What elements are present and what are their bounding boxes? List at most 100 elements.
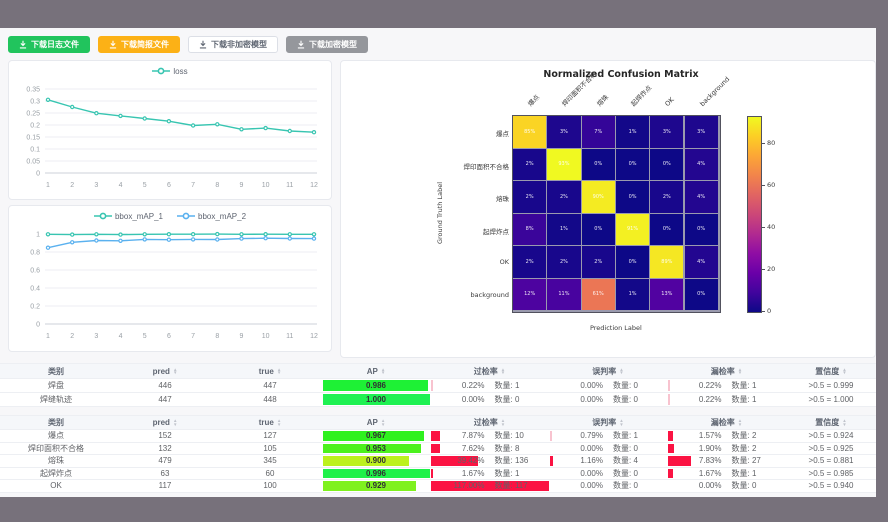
svg-text:7: 7	[191, 333, 195, 340]
download-encrypted-model-button[interactable]: 下载加密模型	[286, 36, 368, 53]
sort-icon[interactable]: ▲▼	[738, 368, 742, 375]
matrix-cell: 7%	[582, 116, 615, 148]
matrix-col-label: OK	[664, 96, 676, 108]
download-plain-model-button[interactable]: 下载非加密模型	[188, 36, 278, 53]
pct-value: 0.00%	[430, 395, 490, 404]
table-cell: 39.42%数量: 136	[430, 455, 549, 467]
table-header-true[interactable]: true▲▼	[218, 364, 322, 378]
count-value: 数量: 1	[490, 468, 550, 479]
matrix-cell: 93%	[547, 149, 580, 181]
svg-text:4: 4	[119, 333, 123, 340]
confidence-cell: >0.5 = 0.999	[786, 379, 876, 392]
table-row: OK1171000.929117.00%数量: 1170.00%数量: 00.0…	[0, 480, 876, 493]
table-header-过检率[interactable]: 过检率▲▼	[430, 416, 549, 429]
sort-icon[interactable]: ▲▼	[619, 368, 623, 375]
svg-text:0.8: 0.8	[30, 250, 40, 257]
true-cell: 447	[218, 379, 322, 392]
svg-text:1: 1	[46, 333, 50, 340]
matrix-col-label: 焊印面积不合格	[561, 70, 599, 108]
sort-icon[interactable]: ▲▼	[738, 419, 742, 426]
table-header-AP[interactable]: AP▲▼	[322, 416, 430, 429]
pct-value: 0.00%	[549, 381, 608, 390]
count-value: 数量: 4	[608, 455, 667, 466]
class-cell: 起焊炸点	[0, 468, 112, 480]
confidence-cell: >0.5 = 0.985	[786, 468, 876, 480]
matrix-cell: 89%	[650, 246, 683, 278]
legend-item-bbox_mAP_2[interactable]: bbox_mAP_2	[177, 211, 246, 221]
header-label: true	[259, 418, 274, 427]
ap-value: 0.986	[366, 381, 386, 390]
table-row: 焊印面积不合格1321050.9537.62%数量: 80.00%数量: 01.…	[0, 443, 876, 456]
loss-chart-legend: loss	[9, 61, 331, 81]
sort-icon[interactable]: ▲▼	[277, 419, 281, 426]
sort-icon[interactable]: ▲▼	[501, 368, 505, 375]
svg-text:12: 12	[310, 182, 318, 189]
table-header-过检率[interactable]: 过检率▲▼	[430, 364, 549, 378]
table-cell: 7.62%数量: 8	[430, 443, 549, 455]
header-label: 误判率	[592, 417, 616, 428]
matrix-cell: 0%	[616, 246, 649, 278]
sort-icon[interactable]: ▲▼	[842, 368, 846, 375]
matrix-cell: 1%	[547, 214, 580, 246]
table-header-误判率[interactable]: 误判率▲▼	[549, 364, 667, 378]
header-label: 置信度	[815, 417, 839, 428]
confidence-cell: >0.5 = 0.924	[786, 430, 876, 442]
download-icon	[109, 40, 117, 49]
table-cell: 0.00%数量: 0	[549, 379, 667, 392]
legend-item-loss[interactable]: loss	[152, 66, 187, 76]
legend-marker-icon	[152, 66, 170, 76]
svg-text:2: 2	[70, 333, 74, 340]
table-row: 焊盘4464470.9860.22%数量: 10.00%数量: 00.22%数量…	[0, 379, 876, 393]
matrix-cell: 4%	[685, 246, 718, 278]
table-header-true[interactable]: true▲▼	[218, 416, 322, 429]
table-header-置信度[interactable]: 置信度▲▼	[786, 416, 876, 429]
table-header-pred[interactable]: pred▲▼	[112, 364, 218, 378]
table-header-置信度[interactable]: 置信度▲▼	[786, 364, 876, 378]
legend-item-bbox_mAP_1[interactable]: bbox_mAP_1	[94, 211, 163, 221]
table-header-漏检率[interactable]: 漏检率▲▼	[667, 416, 786, 429]
matrix-col-label: 起焊炸点	[629, 84, 653, 108]
map-chart-card: bbox_mAP_1bbox_mAP_2 00.20.40.60.8112345…	[8, 205, 332, 352]
sort-icon[interactable]: ▲▼	[173, 368, 177, 375]
matrix-cell: 0%	[685, 214, 718, 246]
ap-cell: 0.929	[322, 480, 430, 492]
header-label: 类别	[48, 417, 64, 428]
header-label: 类别	[48, 366, 64, 377]
svg-text:2: 2	[70, 182, 74, 189]
sort-icon[interactable]: ▲▼	[173, 419, 177, 426]
sort-icon[interactable]: ▲▼	[619, 419, 623, 426]
table-header-漏检率[interactable]: 漏检率▲▼	[667, 364, 786, 378]
pct-value: 0.00%	[549, 444, 608, 453]
map-chart: 00.20.40.60.81123456789101112	[9, 226, 331, 351]
colorbar-tick-label: 0	[767, 307, 771, 315]
colorbar-tick-label: 20	[767, 265, 775, 273]
svg-text:0.6: 0.6	[30, 268, 40, 275]
sort-icon[interactable]: ▲▼	[381, 368, 385, 375]
class-cell: 熔珠	[0, 455, 112, 467]
matrix-cell: 0%	[650, 214, 683, 246]
svg-text:7: 7	[191, 182, 195, 189]
count-value: 数量: 0	[608, 468, 667, 479]
sort-icon[interactable]: ▲▼	[501, 419, 505, 426]
sort-icon[interactable]: ▲▼	[842, 419, 846, 426]
sort-icon[interactable]: ▲▼	[381, 419, 385, 426]
table-row: 熔珠4793450.90039.42%数量: 1361.16%数量: 47.83…	[0, 455, 876, 468]
svg-text:12: 12	[310, 333, 318, 340]
count-value: 数量: 0	[608, 380, 667, 391]
button-label: 下载非加密模型	[211, 39, 267, 50]
pct-value: 1.67%	[667, 469, 727, 478]
count-value: 数量: 136	[490, 455, 550, 466]
table-header-AP[interactable]: AP▲▼	[322, 364, 430, 378]
sort-icon[interactable]: ▲▼	[277, 368, 281, 375]
class-cell: 焊印面积不合格	[0, 443, 112, 455]
pct-value: 1.16%	[549, 456, 608, 465]
table-header-误判率[interactable]: 误判率▲▼	[549, 416, 667, 429]
download-report-button[interactable]: 下载简报文件	[98, 36, 180, 53]
download-log-button[interactable]: 下载日志文件	[8, 36, 90, 53]
count-value: 数量: 2	[727, 443, 787, 454]
header-label: 漏检率	[711, 417, 735, 428]
table-cell: 1.57%数量: 2	[667, 430, 786, 442]
legend-label: bbox_mAP_1	[115, 212, 163, 221]
table-header-pred[interactable]: pred▲▼	[112, 416, 218, 429]
matrix-cell: 0%	[616, 181, 649, 213]
